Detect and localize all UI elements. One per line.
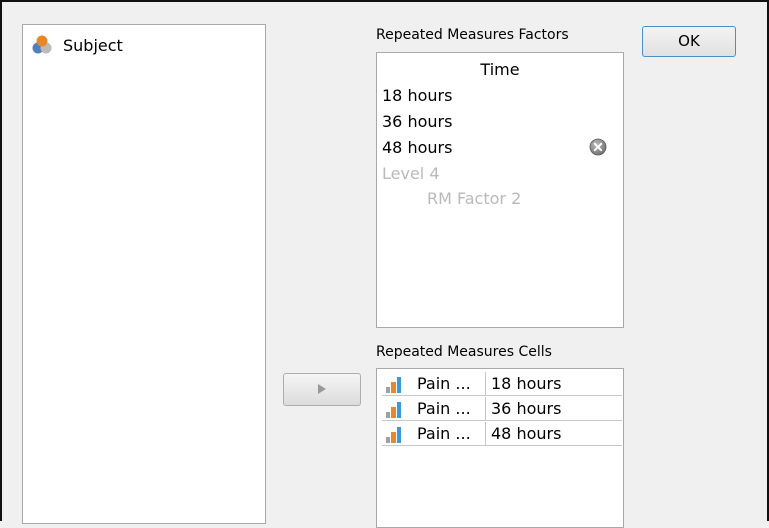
rm-cells-label: Repeated Measures Cells <box>376 344 552 360</box>
window-top-border <box>0 0 769 2</box>
variables-list[interactable]: Subject <box>22 24 266 524</box>
cell-variable: Pain ... <box>417 374 471 393</box>
factor-name[interactable]: Time <box>377 60 623 79</box>
factor-level-2[interactable]: 36 hours <box>382 112 452 131</box>
window-left-border <box>0 0 2 521</box>
right-arrow-icon <box>318 384 326 394</box>
move-to-cells-button[interactable] <box>283 373 361 406</box>
ordinal-variable-icon <box>386 376 401 393</box>
rm-cell-row[interactable]: Pain ... 18 hours <box>382 371 622 396</box>
rm-factors-label: Repeated Measures Factors <box>376 27 569 43</box>
cell-variable: Pain ... <box>417 424 471 443</box>
rm-factors-box[interactable]: Time 18 hours 36 hours 48 hours Level 4 … <box>376 52 624 328</box>
new-factor-placeholder[interactable]: RM Factor 2 <box>427 189 521 208</box>
cell-level: 36 hours <box>491 399 562 418</box>
cell-divider <box>485 396 486 421</box>
variable-item-subject[interactable]: Subject <box>31 35 123 55</box>
new-level-placeholder[interactable]: Level 4 <box>382 164 440 183</box>
remove-circle-icon[interactable] <box>589 138 607 156</box>
cell-level: 18 hours <box>491 374 562 393</box>
ordinal-variable-icon <box>386 401 401 418</box>
rm-cells-box[interactable]: Pain ... 18 hours Pain ... 36 hours Pain… <box>376 368 624 528</box>
cell-variable: Pain ... <box>417 399 471 418</box>
cell-divider <box>485 371 486 396</box>
factor-level-3[interactable]: 48 hours <box>382 138 452 157</box>
variable-label: Subject <box>63 35 123 55</box>
rm-cell-row[interactable]: Pain ... 48 hours <box>382 421 622 446</box>
ordinal-variable-icon <box>386 426 401 443</box>
factor-level-1[interactable]: 18 hours <box>382 86 452 105</box>
rm-cell-row[interactable]: Pain ... 36 hours <box>382 396 622 421</box>
ok-button[interactable]: OK <box>642 26 736 57</box>
cell-level: 48 hours <box>491 424 562 443</box>
nominal-variable-icon <box>32 35 52 54</box>
cell-divider <box>485 421 486 446</box>
